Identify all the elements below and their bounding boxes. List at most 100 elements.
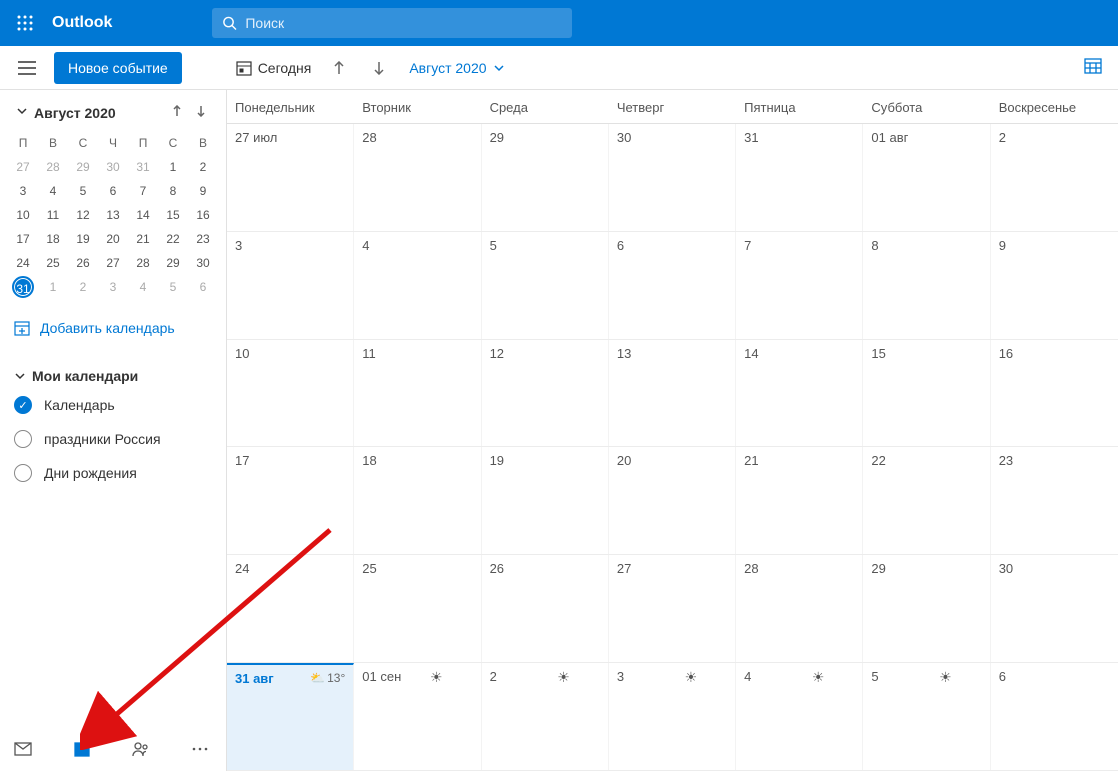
calendar-list-item[interactable]: Календарь: [8, 388, 218, 422]
day-cell[interactable]: 7: [736, 232, 863, 339]
mini-day-cell[interactable]: 4: [128, 276, 158, 298]
mini-day-cell[interactable]: 31: [128, 156, 158, 178]
mini-day-cell[interactable]: 22: [158, 228, 188, 250]
mini-cal-prev-button[interactable]: [168, 102, 186, 124]
day-cell[interactable]: 8: [863, 232, 990, 339]
mini-day-cell[interactable]: 24: [8, 252, 38, 274]
mini-day-cell[interactable]: 6: [98, 180, 128, 202]
mini-day-cell[interactable]: 27: [98, 252, 128, 274]
day-cell[interactable]: 3☀: [609, 663, 736, 770]
mini-day-cell[interactable]: 3: [98, 276, 128, 298]
day-cell[interactable]: 5: [482, 232, 609, 339]
mini-day-cell[interactable]: 30: [188, 252, 218, 274]
mini-day-cell[interactable]: 2: [188, 156, 218, 178]
day-cell[interactable]: 31: [736, 124, 863, 231]
mini-day-cell[interactable]: 17: [8, 228, 38, 250]
mini-day-cell[interactable]: 19: [68, 228, 98, 250]
mini-day-cell[interactable]: 3: [8, 180, 38, 202]
day-cell[interactable]: 17: [227, 447, 354, 554]
next-period-button[interactable]: [363, 52, 395, 84]
day-cell[interactable]: 19: [482, 447, 609, 554]
day-cell[interactable]: 01 сен☀: [354, 663, 481, 770]
day-cell[interactable]: 18: [354, 447, 481, 554]
mini-day-cell[interactable]: 12: [68, 204, 98, 226]
hamburger-icon[interactable]: [12, 53, 42, 83]
mini-day-cell[interactable]: 5: [68, 180, 98, 202]
day-cell[interactable]: 6: [609, 232, 736, 339]
mini-day-cell[interactable]: 26: [68, 252, 98, 274]
calendar-checkbox[interactable]: [14, 396, 32, 414]
day-cell[interactable]: 27: [609, 555, 736, 662]
day-cell[interactable]: 21: [736, 447, 863, 554]
day-cell[interactable]: 9: [991, 232, 1118, 339]
day-cell[interactable]: 14: [736, 340, 863, 447]
calendar-view-icon[interactable]: [1080, 52, 1106, 83]
mini-day-cell[interactable]: 30: [98, 156, 128, 178]
day-cell[interactable]: 12: [482, 340, 609, 447]
day-cell[interactable]: 4☀: [736, 663, 863, 770]
day-cell[interactable]: 28: [354, 124, 481, 231]
mini-day-cell[interactable]: 15: [158, 204, 188, 226]
mini-cal-collapse-icon[interactable]: [16, 104, 28, 122]
day-cell[interactable]: 30: [609, 124, 736, 231]
mini-day-cell[interactable]: 20: [98, 228, 128, 250]
mini-day-cell[interactable]: 7: [128, 180, 158, 202]
day-cell[interactable]: 27 июл: [227, 124, 354, 231]
day-cell[interactable]: 10: [227, 340, 354, 447]
mini-day-cell[interactable]: 23: [188, 228, 218, 250]
today-button[interactable]: Сегодня: [228, 56, 320, 80]
day-cell[interactable]: 20: [609, 447, 736, 554]
mini-day-cell[interactable]: 10: [8, 204, 38, 226]
calendar-nav-icon[interactable]: [68, 735, 96, 763]
mail-nav-icon[interactable]: [8, 736, 38, 762]
add-calendar-button[interactable]: Добавить календарь: [8, 316, 218, 340]
mini-day-cell[interactable]: 29: [158, 252, 188, 274]
day-cell[interactable]: 6: [991, 663, 1118, 770]
calendar-checkbox[interactable]: [14, 430, 32, 448]
people-nav-icon[interactable]: [126, 735, 156, 763]
day-cell[interactable]: 29: [482, 124, 609, 231]
day-cell[interactable]: 2☀: [482, 663, 609, 770]
mini-day-cell[interactable]: 6: [188, 276, 218, 298]
day-cell[interactable]: 25: [354, 555, 481, 662]
app-launcher-icon[interactable]: [8, 6, 42, 40]
mini-day-cell[interactable]: 14: [128, 204, 158, 226]
mini-day-cell[interactable]: 21: [128, 228, 158, 250]
mini-day-cell[interactable]: 13: [98, 204, 128, 226]
mini-day-cell[interactable]: 1: [158, 156, 188, 178]
mini-day-cell[interactable]: 31: [12, 276, 34, 298]
calendar-list-item[interactable]: праздники Россия: [8, 422, 218, 456]
day-cell[interactable]: 2: [991, 124, 1118, 231]
day-cell[interactable]: 31 авг⛅ 13°: [227, 663, 354, 770]
day-cell[interactable]: 26: [482, 555, 609, 662]
mini-day-cell[interactable]: 25: [38, 252, 68, 274]
calendar-checkbox[interactable]: [14, 464, 32, 482]
day-cell[interactable]: 30: [991, 555, 1118, 662]
day-cell[interactable]: 23: [991, 447, 1118, 554]
mini-cal-next-button[interactable]: [192, 102, 210, 124]
prev-period-button[interactable]: [323, 52, 355, 84]
day-cell[interactable]: 15: [863, 340, 990, 447]
day-cell[interactable]: 29: [863, 555, 990, 662]
day-cell[interactable]: 16: [991, 340, 1118, 447]
mini-day-cell[interactable]: 11: [38, 204, 68, 226]
mini-day-cell[interactable]: 5: [158, 276, 188, 298]
calendar-list-item[interactable]: Дни рождения: [8, 456, 218, 490]
mini-day-cell[interactable]: 4: [38, 180, 68, 202]
mini-day-cell[interactable]: 18: [38, 228, 68, 250]
day-cell[interactable]: 24: [227, 555, 354, 662]
day-cell[interactable]: 3: [227, 232, 354, 339]
mini-day-cell[interactable]: 2: [68, 276, 98, 298]
mini-day-cell[interactable]: 8: [158, 180, 188, 202]
search-box[interactable]: [212, 8, 572, 38]
day-cell[interactable]: 22: [863, 447, 990, 554]
search-input[interactable]: [245, 15, 562, 31]
mini-day-cell[interactable]: 1: [38, 276, 68, 298]
day-cell[interactable]: 13: [609, 340, 736, 447]
more-nav-icon[interactable]: [186, 741, 214, 757]
mini-day-cell[interactable]: 28: [38, 156, 68, 178]
mini-day-cell[interactable]: 9: [188, 180, 218, 202]
day-cell[interactable]: 11: [354, 340, 481, 447]
mini-day-cell[interactable]: 16: [188, 204, 218, 226]
day-cell[interactable]: 28: [736, 555, 863, 662]
